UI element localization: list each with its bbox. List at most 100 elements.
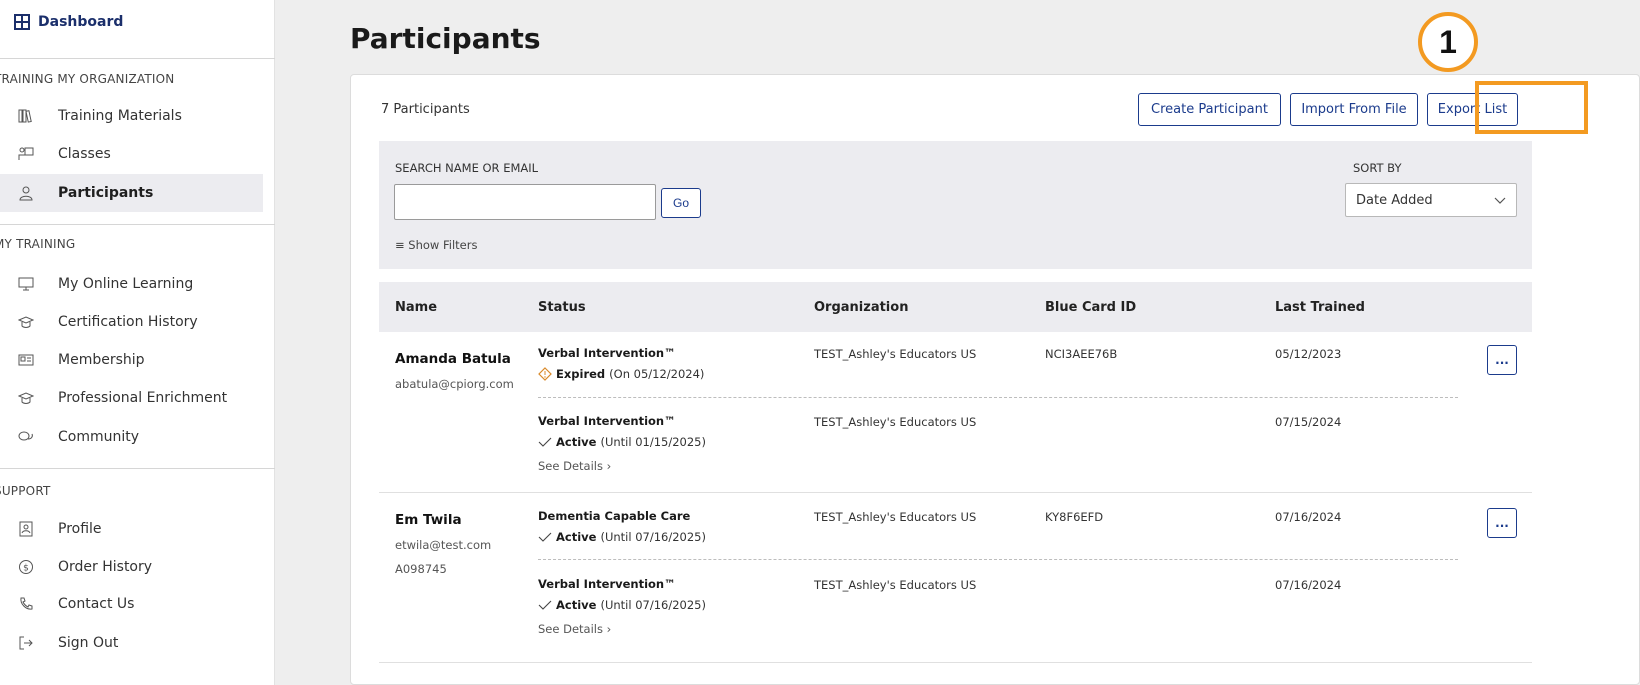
dashboard-label: Dashboard <box>38 14 124 30</box>
sidebar-item-classes[interactable]: Classes <box>0 135 275 173</box>
sidebar-divider <box>0 224 275 225</box>
status-badge: Active (Until 07/16/2025) <box>538 598 706 612</box>
status-detail: (Until 07/16/2025) <box>600 530 706 544</box>
column-header-blue-card-id[interactable]: Blue Card ID <box>1045 300 1136 315</box>
search-input[interactable] <box>394 184 656 220</box>
sidebar-item-sign-out[interactable]: Sign Out <box>0 624 275 662</box>
step-badge: 1 <box>1418 12 1478 72</box>
column-header-name[interactable]: Name <box>395 300 437 315</box>
sign-out-icon <box>16 633 36 653</box>
certification-name: Verbal Intervention™ <box>538 414 676 428</box>
sidebar-item-participants[interactable]: Participants <box>0 174 263 212</box>
sidebar-item-certification-history[interactable]: Certification History <box>0 303 275 341</box>
row-divider <box>538 559 1458 560</box>
certification-name: Verbal Intervention™ <box>538 577 676 591</box>
row-actions-button[interactable]: ... <box>1487 345 1517 375</box>
checkmark-icon <box>538 532 552 542</box>
last-trained-value: 07/15/2024 <box>1275 415 1342 429</box>
profile-icon <box>16 519 36 539</box>
see-details-label: See Details <box>538 622 603 636</box>
sidebar-item-label: Community <box>58 429 140 445</box>
search-label: SEARCH NAME OR EMAIL <box>395 161 539 175</box>
svg-text:$: $ <box>23 564 29 574</box>
participant-email: etwila@test.com <box>395 538 492 552</box>
sort-label: SORT BY <box>1353 161 1402 175</box>
last-trained-value: 07/16/2024 <box>1275 578 1342 592</box>
filter-icon: ≡ <box>395 238 405 252</box>
person-icon <box>16 183 36 203</box>
sidebar-item-label: Professional Enrichment <box>58 390 228 406</box>
warning-diamond-icon <box>538 367 552 381</box>
graduation-cap-icon <box>16 312 36 332</box>
row-actions-button[interactable]: ... <box>1487 508 1517 538</box>
chat-bubbles-icon <box>16 427 36 447</box>
sidebar-item-my-online-learning[interactable]: My Online Learning <box>0 265 275 303</box>
sidebar-item-label: Order History <box>58 559 153 575</box>
status-state: Active <box>556 598 597 612</box>
chevron-down-icon <box>1494 197 1506 204</box>
sidebar-item-training-materials[interactable]: Training Materials <box>0 97 275 135</box>
sidebar-item-contact-us[interactable]: Contact Us <box>0 585 275 623</box>
show-filters-label: Show Filters <box>408 238 478 252</box>
graduation-cap-icon <box>16 388 36 408</box>
search-area: SEARCH NAME OR EMAIL Go ≡ Show Filters S… <box>379 141 1532 269</box>
column-header-status[interactable]: Status <box>538 300 586 315</box>
sidebar-item-profile[interactable]: Profile <box>0 510 275 548</box>
sort-value: Date Added <box>1356 192 1433 208</box>
sidebar-divider <box>0 468 275 469</box>
organization-value: TEST_Ashley's Educators US <box>814 347 977 361</box>
sidebar-item-community[interactable]: Community <box>0 418 275 456</box>
participant-count: 7 Participants <box>381 102 470 117</box>
sidebar-item-label: Training Materials <box>58 108 182 124</box>
id-card-icon <box>16 350 36 370</box>
show-filters-link[interactable]: ≡ Show Filters <box>395 238 477 252</box>
column-header-organization[interactable]: Organization <box>814 300 908 315</box>
see-details-label: See Details <box>538 459 603 473</box>
sidebar-section-title: MY TRAINING <box>0 237 76 251</box>
create-participant-button[interactable]: Create Participant <box>1138 93 1281 126</box>
see-details-link[interactable]: See Details › <box>538 459 611 473</box>
sidebar-item-label: Sign Out <box>58 635 119 651</box>
sidebar-item-label: Participants <box>58 185 154 201</box>
participant-id: A098745 <box>395 562 447 576</box>
blue-card-id-value: NCI3AEE76B <box>1045 347 1118 361</box>
monitor-icon <box>16 274 36 294</box>
certification-name: Verbal Intervention™ <box>538 346 676 360</box>
sidebar-item-membership[interactable]: Membership <box>0 341 275 379</box>
table-header: Name Status Organization Blue Card ID La… <box>379 282 1532 332</box>
sidebar-item-order-history[interactable]: $ Order History <box>0 548 275 586</box>
see-details-link[interactable]: See Details › <box>538 622 611 636</box>
sidebar-item-label: My Online Learning <box>58 276 194 292</box>
organization-value: TEST_Ashley's Educators US <box>814 415 977 429</box>
grid-icon <box>14 14 30 30</box>
participant-name[interactable]: Amanda Batula <box>395 351 511 367</box>
participant-email: abatula@cpiorg.com <box>395 377 514 391</box>
sort-select[interactable]: Date Added <box>1345 183 1517 217</box>
export-highlight-box <box>1475 81 1588 134</box>
row-divider <box>538 397 1458 398</box>
chevron-right-icon: › <box>606 459 612 473</box>
last-trained-value: 05/12/2023 <box>1275 347 1342 361</box>
classroom-icon <box>16 144 36 164</box>
checkmark-icon <box>538 437 552 447</box>
chevron-right-icon: › <box>606 622 612 636</box>
dashboard-link[interactable]: Dashboard <box>14 14 123 30</box>
import-from-file-button[interactable]: Import From File <box>1290 93 1418 126</box>
sidebar-item-label: Membership <box>58 352 145 368</box>
organization-value: TEST_Ashley's Educators US <box>814 510 977 524</box>
table-row: Amanda Batula abatula@cpiorg.com Verbal … <box>379 332 1532 493</box>
page-title: Participants <box>350 22 541 55</box>
sidebar-item-professional-enrichment[interactable]: Professional Enrichment <box>0 379 275 417</box>
status-detail: (Until 01/15/2025) <box>600 435 706 449</box>
go-button[interactable]: Go <box>661 188 701 218</box>
blue-card-id-value: KY8F6EFD <box>1045 510 1104 524</box>
status-state: Expired <box>556 367 606 381</box>
sidebar: Dashboard TRAINING MY ORGANIZATION Train… <box>0 0 275 685</box>
status-state: Active <box>556 530 597 544</box>
sidebar-divider <box>0 58 275 59</box>
column-header-last-trained[interactable]: Last Trained <box>1275 300 1365 315</box>
sidebar-section-title: TRAINING MY ORGANIZATION <box>0 72 175 86</box>
participant-name[interactable]: Em Twila <box>395 512 462 528</box>
checkmark-icon <box>538 600 552 610</box>
sidebar-section-title: SUPPORT <box>0 484 51 498</box>
